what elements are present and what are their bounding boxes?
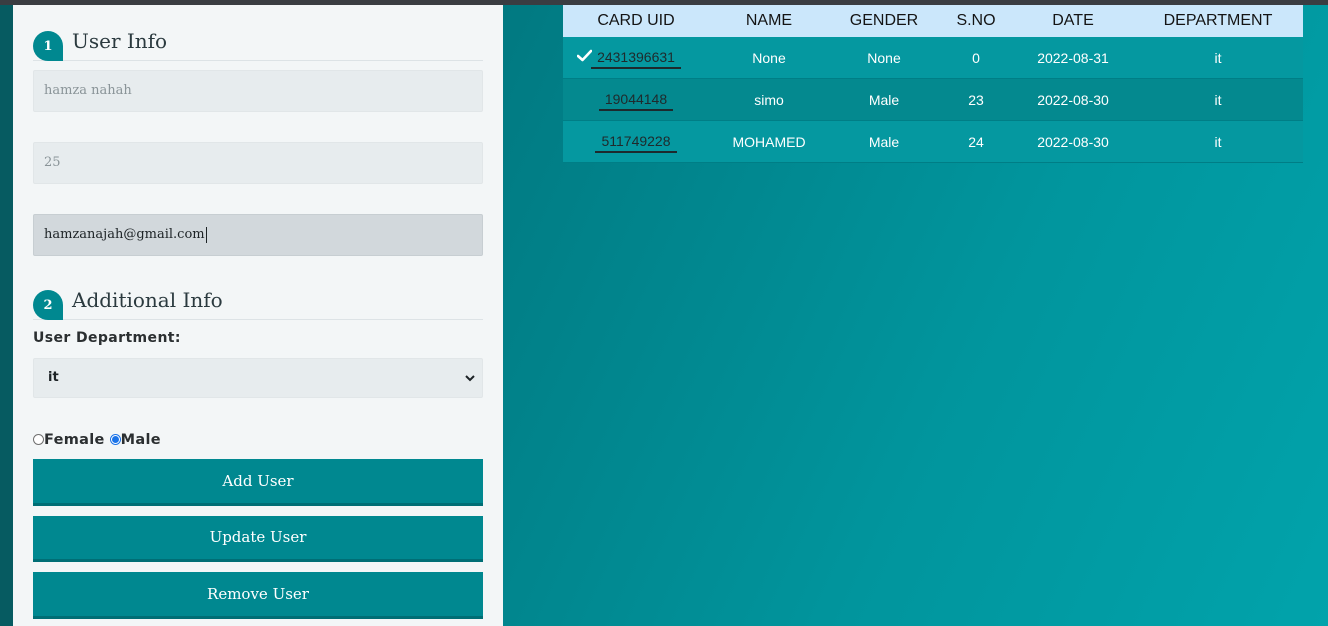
- cell-date: 2022-08-30: [1013, 78, 1133, 121]
- male-label: Male: [120, 432, 161, 448]
- cell-card-uid: 511749228: [563, 120, 709, 163]
- header-card-uid[interactable]: CARD UID: [563, 5, 709, 37]
- gender-radio-group: Female Male: [33, 430, 166, 450]
- email-input[interactable]: hamzanajah@gmail.com: [33, 214, 483, 256]
- table-row[interactable]: 2431396631 None None 0 2022-08-31 it: [563, 37, 1303, 79]
- cell-date: 2022-08-31: [1013, 37, 1133, 79]
- cell-name: simo: [709, 78, 829, 121]
- age-input-value: 25: [44, 155, 61, 170]
- male-radio[interactable]: [109, 434, 121, 445]
- name-input[interactable]: hamza nahah: [33, 70, 483, 112]
- gender-option-male[interactable]: Male: [109, 430, 161, 450]
- department-label: User Department:: [33, 330, 181, 346]
- user-info-title: User Info: [72, 29, 168, 53]
- cell-gender: None: [829, 37, 939, 79]
- card-uid-value[interactable]: 2431396631: [591, 46, 681, 69]
- cell-card-uid: 2431396631: [563, 37, 709, 79]
- chevron-down-icon: [465, 375, 475, 382]
- age-input[interactable]: 25: [33, 142, 483, 184]
- table-header-row: CARD UID NAME GENDER S.NO DATE DEPARTMEN…: [563, 5, 1303, 37]
- users-table-container: CARD UID NAME GENDER S.NO DATE DEPARTMEN…: [563, 5, 1303, 163]
- gender-option-female[interactable]: Female: [33, 430, 105, 450]
- card-uid-value[interactable]: 511749228: [595, 130, 677, 153]
- user-form-panel: 1 User Info hamza nahah 25 hamzanajah@gm…: [13, 5, 503, 626]
- header-department[interactable]: DEPARTMENT: [1133, 5, 1303, 37]
- header-name[interactable]: NAME: [709, 5, 829, 37]
- check-icon: [577, 49, 592, 62]
- cell-card-uid: 19044148: [563, 78, 709, 121]
- remove-user-button[interactable]: Remove User: [33, 572, 483, 619]
- left-edge-strip: [0, 5, 13, 626]
- department-select[interactable]: it: [33, 358, 483, 398]
- department-select-value: it: [48, 370, 59, 385]
- cell-gender: Male: [829, 78, 939, 121]
- cell-department: it: [1133, 37, 1303, 79]
- cell-gender: Male: [829, 120, 939, 163]
- female-radio[interactable]: [33, 434, 44, 445]
- step-badge-1: 1: [33, 31, 63, 61]
- cell-sno: 23: [939, 78, 1013, 121]
- table-row[interactable]: 511749228 MOHAMED Male 24 2022-08-30 it: [563, 120, 1303, 163]
- cell-name: None: [709, 37, 829, 79]
- header-gender[interactable]: GENDER: [829, 5, 939, 37]
- cell-department: it: [1133, 78, 1303, 121]
- add-user-button[interactable]: Add User: [33, 459, 483, 506]
- cell-department: it: [1133, 120, 1303, 163]
- header-date[interactable]: DATE: [1013, 5, 1133, 37]
- header-sno[interactable]: S.NO: [939, 5, 1013, 37]
- cell-sno: 0: [939, 37, 1013, 79]
- card-uid-value[interactable]: 19044148: [598, 88, 674, 111]
- update-user-button[interactable]: Update User: [33, 516, 483, 562]
- step-badge-2: 2: [33, 290, 63, 320]
- additional-info-title: Additional Info: [72, 288, 223, 312]
- cell-name: MOHAMED: [709, 120, 829, 163]
- cell-sno: 24: [939, 120, 1013, 163]
- table-row[interactable]: 19044148 simo Male 23 2022-08-30 it: [563, 78, 1303, 121]
- cell-date: 2022-08-30: [1013, 120, 1133, 163]
- users-table: CARD UID NAME GENDER S.NO DATE DEPARTMEN…: [563, 5, 1303, 163]
- email-input-value: hamzanajah@gmail.com: [44, 227, 205, 242]
- user-info-header: 1 User Info: [33, 28, 483, 61]
- female-label: Female: [44, 432, 105, 448]
- additional-info-header: 2 Additional Info: [33, 287, 483, 320]
- text-cursor: [205, 226, 207, 243]
- name-input-value: hamza nahah: [44, 83, 132, 98]
